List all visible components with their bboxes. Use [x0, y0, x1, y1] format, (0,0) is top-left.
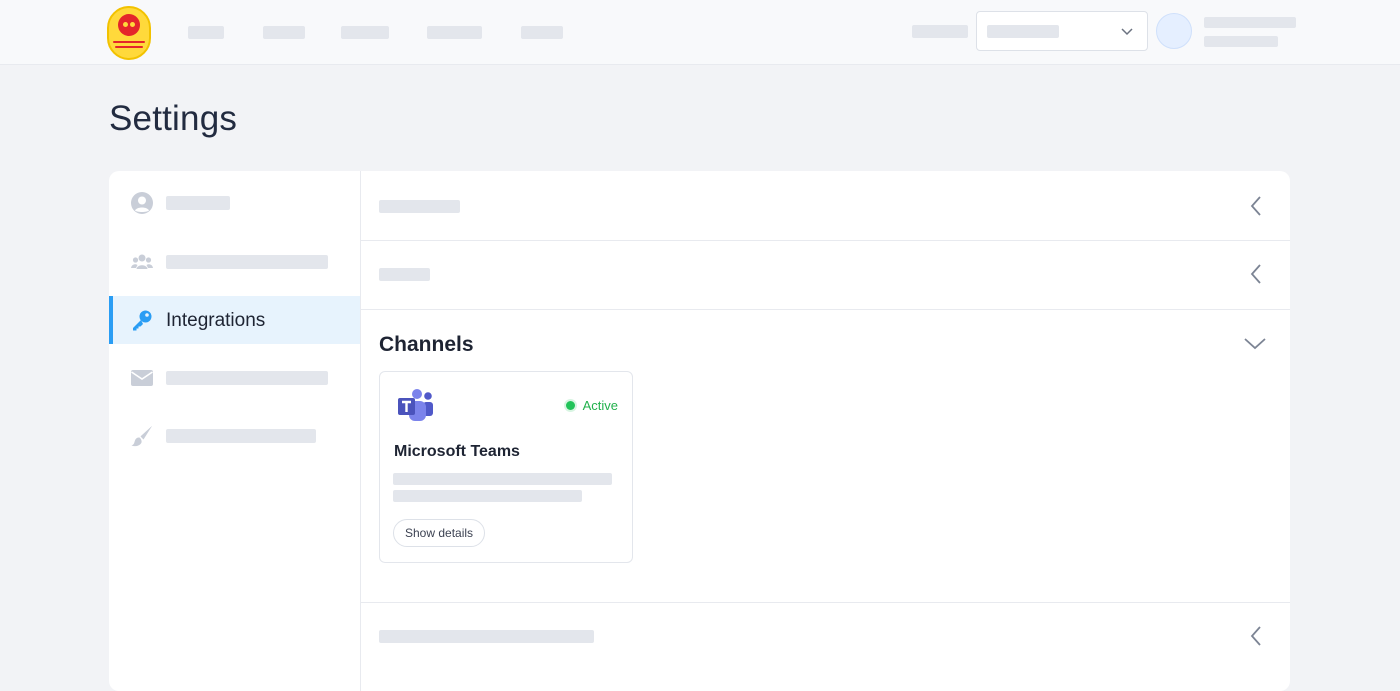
status-text: Active: [582, 398, 618, 413]
brand-logo[interactable]: [107, 6, 151, 60]
status-badge: Active: [565, 398, 618, 413]
sidebar-item-team[interactable]: [109, 238, 360, 286]
chevron-left-icon[interactable]: [1250, 195, 1262, 217]
sidebar-item-label: [166, 371, 328, 385]
nav-link-1[interactable]: [188, 26, 224, 39]
top-navigation-bar: [0, 0, 1400, 65]
collapsed-section[interactable]: [361, 241, 1290, 310]
chevron-down-icon: [1121, 28, 1133, 36]
collapsed-section[interactable]: [361, 603, 1290, 691]
user-circle-icon: [131, 192, 153, 214]
user-avatar[interactable]: [1156, 13, 1192, 49]
section-title: [379, 268, 430, 281]
nav-link-2[interactable]: [263, 26, 305, 39]
sidebar-item-appearance[interactable]: [109, 412, 360, 460]
settings-sidebar: Integrations: [109, 171, 361, 691]
key-icon: [133, 310, 152, 331]
brush-icon: [131, 426, 152, 447]
integration-description-line: [393, 490, 582, 502]
nav-link-4[interactable]: [427, 26, 482, 39]
team-icon: [131, 254, 153, 269]
collapsed-section[interactable]: [361, 171, 1290, 241]
integration-card: Active Microsoft Teams Show details: [379, 371, 633, 563]
status-dot-icon: [565, 401, 575, 410]
chevron-down-icon[interactable]: [1244, 338, 1266, 350]
sidebar-item-profile[interactable]: [109, 179, 360, 227]
integration-name: Microsoft Teams: [394, 443, 520, 460]
sidebar-item-label: Integrations: [166, 310, 266, 331]
settings-panel: Integrations Channels Active Microsoft T…: [109, 171, 1290, 691]
integration-description-line: [393, 473, 612, 485]
sidebar-item-label: [166, 255, 328, 269]
channels-section-title: Channels: [379, 333, 474, 356]
header-link[interactable]: [912, 25, 968, 38]
envelope-icon: [131, 370, 153, 386]
workspace-select[interactable]: [976, 11, 1148, 51]
workspace-select-value: [987, 25, 1059, 38]
chevron-left-icon[interactable]: [1250, 263, 1262, 285]
sidebar-item-label: [166, 196, 230, 210]
sidebar-item-label: [166, 429, 316, 443]
logo-mascot-icon: [118, 14, 140, 36]
chevron-left-icon[interactable]: [1250, 625, 1262, 647]
page-title: Settings: [109, 99, 238, 138]
show-details-button[interactable]: Show details: [393, 519, 486, 547]
user-name: [1204, 17, 1296, 28]
nav-link-3[interactable]: [341, 26, 389, 39]
sidebar-item-integrations[interactable]: Integrations: [109, 296, 360, 344]
section-title: [379, 630, 594, 643]
user-role: [1204, 36, 1278, 47]
sidebar-item-email[interactable]: [109, 354, 360, 402]
settings-content: Channels Active Microsoft Teams Show det…: [361, 171, 1290, 691]
nav-link-5[interactable]: [521, 26, 563, 39]
section-title: [379, 200, 460, 213]
microsoft-teams-icon: [398, 389, 433, 421]
